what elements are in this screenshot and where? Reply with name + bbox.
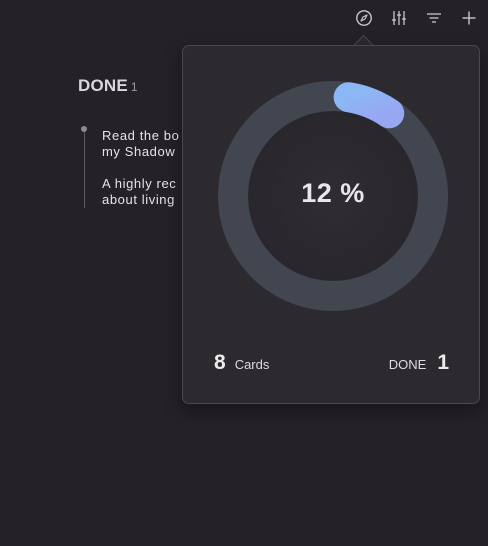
done-label: DONE: [388, 357, 427, 372]
column-count: 1: [130, 80, 138, 94]
cards-stat: 8 Cards: [214, 351, 269, 375]
app-window: DONE 1 Read the bo my Shadow A highly re…: [0, 0, 488, 546]
card-title-line: Read the bo: [102, 128, 180, 143]
timeline-line: [83, 132, 85, 208]
progress-percent: 12 %: [301, 178, 365, 208]
card-description-line: about living: [102, 192, 175, 207]
sliders-icon[interactable]: [388, 7, 410, 29]
cards-label: Cards: [234, 357, 270, 372]
column-header[interactable]: DONE 1: [78, 76, 138, 96]
filter-lines-icon[interactable]: [423, 7, 445, 29]
card-title-line: my Shadow: [102, 144, 176, 159]
plus-icon[interactable]: [458, 7, 480, 29]
progress-popover: 12 % 8 Cards DONE 1: [182, 45, 480, 404]
compass-icon[interactable]: [353, 7, 375, 29]
column-title: DONE: [78, 76, 128, 95]
card-description-line: A highly rec: [102, 176, 177, 191]
done-stat: DONE 1: [389, 351, 449, 375]
cards-count: 8: [214, 351, 226, 374]
done-count: 1: [437, 351, 449, 374]
progress-arc: [333, 82, 405, 129]
